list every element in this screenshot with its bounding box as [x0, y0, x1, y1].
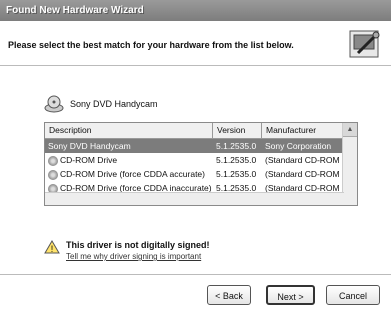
cd-drive-icon: [48, 155, 58, 166]
instruction-text: Please select the best match for your ha…: [8, 40, 294, 50]
window-title: Found New Hardware Wizard: [6, 5, 144, 16]
row-description: CD-ROM Drive (force CDDA accurate): [45, 167, 213, 181]
column-header-manufacturer[interactable]: Manufacturer: [262, 123, 345, 138]
row-version: 5.1.2535.0: [216, 155, 257, 165]
horizontal-scrollbar[interactable]: [45, 192, 344, 205]
svg-text:!: !: [51, 244, 54, 254]
warning-icon: !: [44, 240, 60, 254]
list-row[interactable]: CD-ROM Drive 5.1.2535.0 (Standard CD-ROM…: [45, 153, 357, 167]
cancel-button[interactable]: Cancel: [326, 285, 380, 305]
row-manufacturer: Sony Corporation: [265, 141, 332, 151]
wizard-content: Sony DVD Handycam Description Version Ma…: [0, 66, 391, 274]
driver-signing-link[interactable]: Tell me why driver signing is important: [66, 252, 210, 261]
row-manufacturer: (Standard CD-ROM dr: [265, 155, 345, 165]
row-version: 5.1.2535.0: [216, 141, 257, 151]
list-row[interactable]: Sony DVD Handycam 5.1.2535.0 Sony Corpor…: [45, 139, 357, 153]
driver-list[interactable]: Description Version Manufacturer Sony DV…: [44, 122, 358, 206]
back-button[interactable]: < Back: [207, 285, 251, 305]
row-manufacturer: (Standard CD-ROM dr: [265, 169, 345, 179]
disc-drive-icon: [44, 95, 64, 113]
column-header-version[interactable]: Version: [213, 123, 262, 138]
row-description: Sony DVD Handycam: [48, 141, 131, 151]
vertical-scrollbar[interactable]: ▲: [342, 123, 357, 205]
device-name: Sony DVD Handycam: [70, 99, 158, 109]
wizard-header: Please select the best match for your ha…: [0, 21, 391, 66]
column-header-description[interactable]: Description: [45, 123, 213, 138]
row-version: 5.1.2535.0: [216, 169, 257, 179]
cd-drive-icon: [48, 169, 58, 180]
scroll-up-icon[interactable]: ▲: [343, 123, 357, 137]
list-row[interactable]: CD-ROM Drive (force CDDA accurate) 5.1.2…: [45, 167, 357, 181]
signing-warning: ! This driver is not digitally signed! T…: [44, 240, 210, 261]
hardware-wizard-icon: [349, 30, 380, 58]
device-info: Sony DVD Handycam: [44, 94, 158, 114]
list-header: Description Version Manufacturer: [45, 123, 357, 139]
warning-title: This driver is not digitally signed!: [66, 240, 210, 250]
next-button[interactable]: Next >: [266, 285, 315, 305]
title-bar: Found New Hardware Wizard: [0, 0, 391, 21]
wizard-footer: < Back Next > Cancel: [0, 274, 391, 310]
row-description: CD-ROM Drive: [45, 153, 213, 167]
